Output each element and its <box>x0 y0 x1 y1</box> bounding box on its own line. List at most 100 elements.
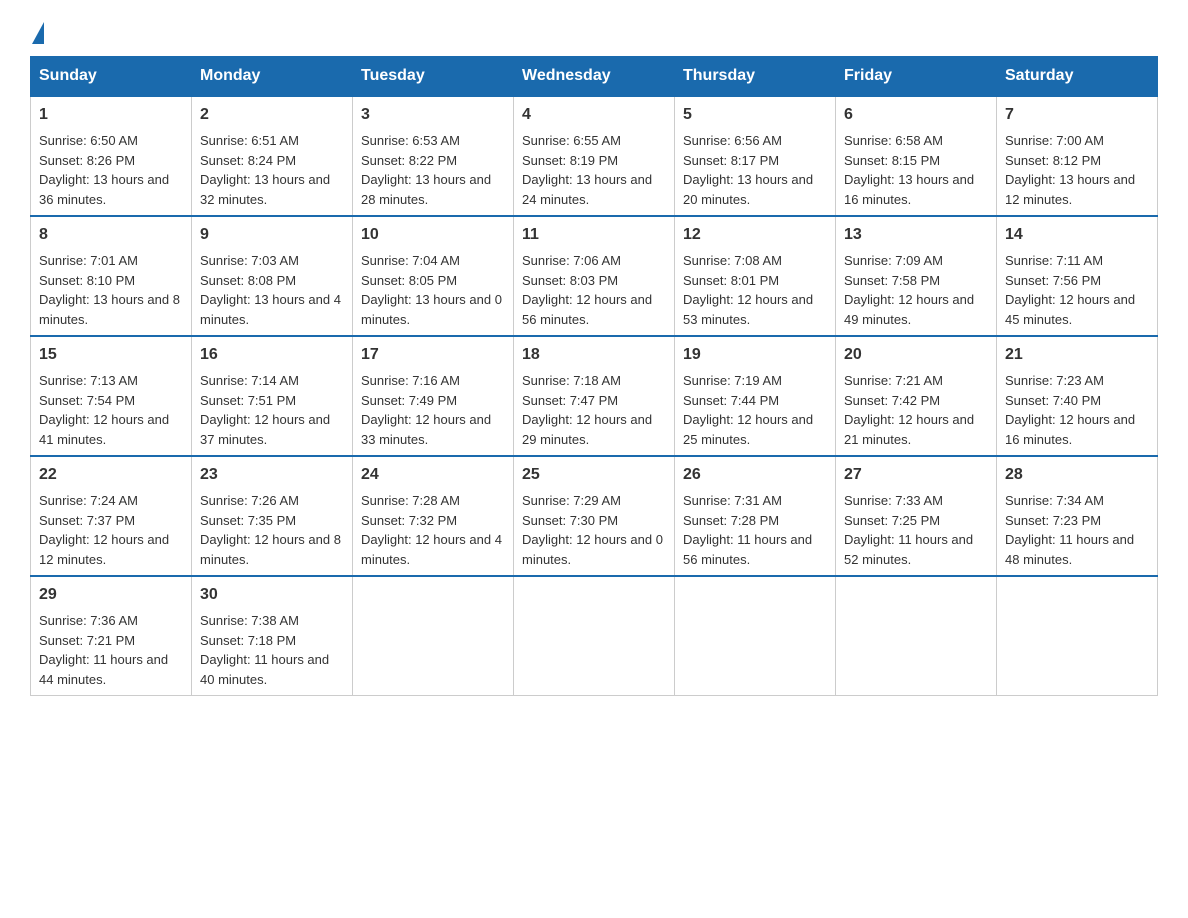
day-info: Sunrise: 6:56 AMSunset: 8:17 PMDaylight:… <box>683 133 813 207</box>
day-number: 2 <box>200 103 344 127</box>
day-number: 22 <box>39 463 183 487</box>
day-number: 20 <box>844 343 988 367</box>
calendar-cell: 7 Sunrise: 7:00 AMSunset: 8:12 PMDaylight… <box>997 96 1158 216</box>
calendar-cell: 6 Sunrise: 6:58 AMSunset: 8:15 PMDaylight… <box>836 96 997 216</box>
day-info: Sunrise: 7:31 AMSunset: 7:28 PMDaylight:… <box>683 493 812 567</box>
calendar-cell: 25 Sunrise: 7:29 AMSunset: 7:30 PMDayligh… <box>514 456 675 576</box>
calendar-cell: 11Sunrise: 7:06 AMSunset: 8:03 PMDayligh… <box>514 216 675 336</box>
calendar-cell: 18 Sunrise: 7:18 AMSunset: 7:47 PMDayligh… <box>514 336 675 456</box>
day-number: 5 <box>683 103 827 127</box>
calendar-cell: 27Sunrise: 7:33 AMSunset: 7:25 PMDayligh… <box>836 456 997 576</box>
day-info: Sunrise: 7:13 AMSunset: 7:54 PMDaylight:… <box>39 373 169 447</box>
day-number: 29 <box>39 583 183 607</box>
day-number: 15 <box>39 343 183 367</box>
header-wednesday: Wednesday <box>514 57 675 97</box>
day-number: 3 <box>361 103 505 127</box>
day-info: Sunrise: 6:58 AMSunset: 8:15 PMDaylight:… <box>844 133 974 207</box>
calendar-cell: 1Sunrise: 6:50 AMSunset: 8:26 PMDaylight… <box>31 96 192 216</box>
day-info: Sunrise: 7:21 AMSunset: 7:42 PMDaylight:… <box>844 373 974 447</box>
day-info: Sunrise: 6:53 AMSunset: 8:22 PMDaylight:… <box>361 133 491 207</box>
day-info: Sunrise: 7:34 AMSunset: 7:23 PMDaylight:… <box>1005 493 1134 567</box>
header-monday: Monday <box>192 57 353 97</box>
calendar-cell: 16 Sunrise: 7:14 AMSunset: 7:51 PMDayligh… <box>192 336 353 456</box>
day-number: 16 <box>200 343 344 367</box>
day-info: Sunrise: 7:08 AMSunset: 8:01 PMDaylight:… <box>683 253 813 327</box>
header-tuesday: Tuesday <box>353 57 514 97</box>
calendar-cell: 19 Sunrise: 7:19 AMSunset: 7:44 PMDayligh… <box>675 336 836 456</box>
calendar-cell <box>836 576 997 696</box>
day-info: Sunrise: 7:28 AMSunset: 7:32 PMDaylight:… <box>361 493 502 567</box>
calendar-cell <box>675 576 836 696</box>
calendar-week-row: 22 Sunrise: 7:24 AMSunset: 7:37 PMDayligh… <box>31 456 1158 576</box>
logo-triangle-icon <box>32 22 44 44</box>
calendar-cell: 26 Sunrise: 7:31 AMSunset: 7:28 PMDayligh… <box>675 456 836 576</box>
day-info: Sunrise: 7:23 AMSunset: 7:40 PMDaylight:… <box>1005 373 1135 447</box>
day-number: 26 <box>683 463 827 487</box>
calendar-cell: 30 Sunrise: 7:38 AMSunset: 7:18 PMDayligh… <box>192 576 353 696</box>
day-number: 23 <box>200 463 344 487</box>
calendar-cell: 3 Sunrise: 6:53 AMSunset: 8:22 PMDaylight… <box>353 96 514 216</box>
header-friday: Friday <box>836 57 997 97</box>
day-number: 8 <box>39 223 183 247</box>
calendar-cell: 5 Sunrise: 6:56 AMSunset: 8:17 PMDaylight… <box>675 96 836 216</box>
day-number: 14 <box>1005 223 1149 247</box>
day-info: Sunrise: 6:55 AMSunset: 8:19 PMDaylight:… <box>522 133 652 207</box>
header-saturday: Saturday <box>997 57 1158 97</box>
day-info: Sunrise: 7:16 AMSunset: 7:49 PMDaylight:… <box>361 373 491 447</box>
day-number: 10 <box>361 223 505 247</box>
calendar-week-row: 8 Sunrise: 7:01 AMSunset: 8:10 PMDaylight… <box>31 216 1158 336</box>
header-sunday: Sunday <box>31 57 192 97</box>
calendar-cell: 21Sunrise: 7:23 AMSunset: 7:40 PMDayligh… <box>997 336 1158 456</box>
calendar-cell: 10 Sunrise: 7:04 AMSunset: 8:05 PMDayligh… <box>353 216 514 336</box>
header-thursday: Thursday <box>675 57 836 97</box>
day-number: 18 <box>522 343 666 367</box>
day-info: Sunrise: 7:09 AMSunset: 7:58 PMDaylight:… <box>844 253 974 327</box>
calendar-cell: 15 Sunrise: 7:13 AMSunset: 7:54 PMDayligh… <box>31 336 192 456</box>
day-info: Sunrise: 7:04 AMSunset: 8:05 PMDaylight:… <box>361 253 502 327</box>
calendar-cell: 17Sunrise: 7:16 AMSunset: 7:49 PMDayligh… <box>353 336 514 456</box>
calendar-cell: 23 Sunrise: 7:26 AMSunset: 7:35 PMDayligh… <box>192 456 353 576</box>
day-number: 7 <box>1005 103 1149 127</box>
logo <box>30 20 46 46</box>
day-number: 6 <box>844 103 988 127</box>
calendar-cell: 4 Sunrise: 6:55 AMSunset: 8:19 PMDaylight… <box>514 96 675 216</box>
calendar-cell: 29 Sunrise: 7:36 AMSunset: 7:21 PMDayligh… <box>31 576 192 696</box>
day-info: Sunrise: 7:19 AMSunset: 7:44 PMDaylight:… <box>683 373 813 447</box>
calendar-week-row: 29 Sunrise: 7:36 AMSunset: 7:21 PMDayligh… <box>31 576 1158 696</box>
day-info: Sunrise: 7:03 AMSunset: 8:08 PMDaylight:… <box>200 253 341 327</box>
day-info: Sunrise: 7:29 AMSunset: 7:30 PMDaylight:… <box>522 493 663 567</box>
calendar-cell: 13 Sunrise: 7:09 AMSunset: 7:58 PMDayligh… <box>836 216 997 336</box>
day-info: Sunrise: 6:51 AMSunset: 8:24 PMDaylight:… <box>200 133 330 207</box>
day-info: Sunrise: 7:11 AMSunset: 7:56 PMDaylight:… <box>1005 253 1135 327</box>
day-info: Sunrise: 7:26 AMSunset: 7:35 PMDaylight:… <box>200 493 341 567</box>
day-info: Sunrise: 7:06 AMSunset: 8:03 PMDaylight:… <box>522 253 652 327</box>
day-info: Sunrise: 7:00 AMSunset: 8:12 PMDaylight:… <box>1005 133 1135 207</box>
day-info: Sunrise: 7:14 AMSunset: 7:51 PMDaylight:… <box>200 373 330 447</box>
calendar-cell <box>353 576 514 696</box>
page-header <box>30 20 1158 46</box>
day-number: 25 <box>522 463 666 487</box>
calendar-cell: 12Sunrise: 7:08 AMSunset: 8:01 PMDayligh… <box>675 216 836 336</box>
day-info: Sunrise: 7:36 AMSunset: 7:21 PMDaylight:… <box>39 613 168 687</box>
day-number: 4 <box>522 103 666 127</box>
day-info: Sunrise: 7:01 AMSunset: 8:10 PMDaylight:… <box>39 253 180 327</box>
calendar-header-row: SundayMondayTuesdayWednesdayThursdayFrid… <box>31 57 1158 97</box>
day-info: Sunrise: 6:50 AMSunset: 8:26 PMDaylight:… <box>39 133 169 207</box>
day-info: Sunrise: 7:24 AMSunset: 7:37 PMDaylight:… <box>39 493 169 567</box>
day-number: 24 <box>361 463 505 487</box>
calendar-cell: 14 Sunrise: 7:11 AMSunset: 7:56 PMDayligh… <box>997 216 1158 336</box>
day-number: 28 <box>1005 463 1149 487</box>
calendar-cell: 24 Sunrise: 7:28 AMSunset: 7:32 PMDayligh… <box>353 456 514 576</box>
calendar-week-row: 1Sunrise: 6:50 AMSunset: 8:26 PMDaylight… <box>31 96 1158 216</box>
calendar-cell: 20 Sunrise: 7:21 AMSunset: 7:42 PMDayligh… <box>836 336 997 456</box>
day-number: 13 <box>844 223 988 247</box>
calendar-week-row: 15 Sunrise: 7:13 AMSunset: 7:54 PMDayligh… <box>31 336 1158 456</box>
calendar-cell: 8 Sunrise: 7:01 AMSunset: 8:10 PMDaylight… <box>31 216 192 336</box>
day-number: 19 <box>683 343 827 367</box>
calendar-cell <box>514 576 675 696</box>
calendar-cell: 9Sunrise: 7:03 AMSunset: 8:08 PMDaylight… <box>192 216 353 336</box>
day-number: 30 <box>200 583 344 607</box>
calendar-cell <box>997 576 1158 696</box>
day-info: Sunrise: 7:18 AMSunset: 7:47 PMDaylight:… <box>522 373 652 447</box>
day-info: Sunrise: 7:38 AMSunset: 7:18 PMDaylight:… <box>200 613 329 687</box>
